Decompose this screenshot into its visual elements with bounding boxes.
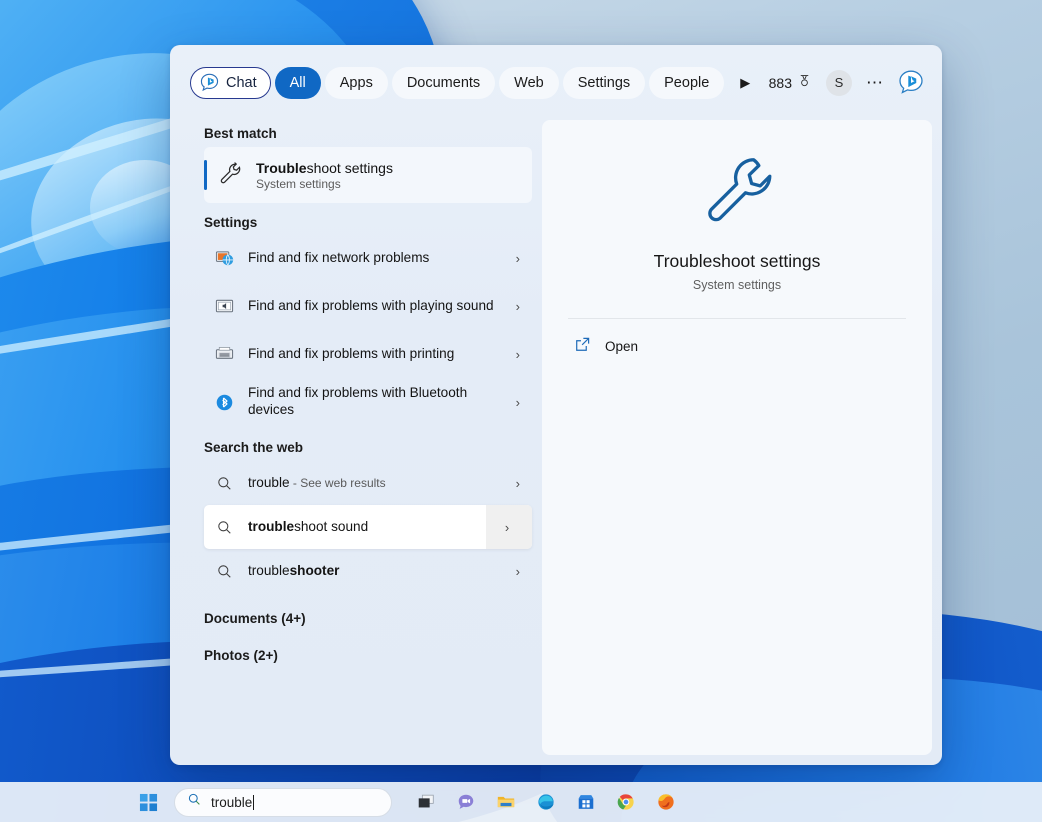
web-result-query-bold: shooter bbox=[290, 563, 340, 578]
preview-panel: Troubleshoot settings System settings Op… bbox=[542, 120, 932, 755]
settings-result-network[interactable]: Find and fix network problems › bbox=[204, 236, 532, 280]
search-body: Best match Troubleshoot settings System … bbox=[170, 120, 942, 765]
wrench-icon bbox=[698, 150, 776, 233]
rewards-points[interactable]: 883 bbox=[769, 74, 812, 92]
preview-divider bbox=[568, 318, 906, 319]
text-caret bbox=[253, 795, 254, 810]
web-result-trouble[interactable]: trouble - See web results › bbox=[204, 461, 532, 505]
search-header: Chat All Apps Documents Web Settings Peo… bbox=[170, 45, 942, 120]
best-match-title: Troubleshoot settings bbox=[256, 160, 393, 176]
firefox-icon[interactable] bbox=[646, 785, 686, 819]
settings-result-label: Find and fix problems with printing bbox=[248, 346, 502, 363]
chevron-right-icon: › bbox=[516, 251, 524, 266]
taskbar-search-value: trouble bbox=[211, 795, 252, 810]
wrench-icon bbox=[218, 161, 242, 190]
preview-open-action[interactable]: Open bbox=[568, 327, 906, 365]
settings-heading: Settings bbox=[204, 215, 532, 230]
rewards-medal-icon bbox=[797, 74, 812, 92]
bing-logo-icon[interactable] bbox=[896, 68, 926, 98]
photos-heading[interactable]: Photos (2+) bbox=[204, 648, 532, 663]
sound-troubleshoot-icon bbox=[214, 296, 234, 316]
web-result-query-bold: trouble bbox=[248, 519, 294, 534]
settings-result-bluetooth[interactable]: Find and fix problems with Bluetooth dev… bbox=[204, 376, 532, 428]
chevron-right-icon: › bbox=[516, 476, 524, 491]
search-flyout: Chat All Apps Documents Web Settings Peo… bbox=[170, 45, 942, 765]
taskbar-search-value-wrap: trouble bbox=[211, 795, 254, 810]
chevron-right-icon: › bbox=[505, 520, 513, 535]
microsoft-store-icon[interactable] bbox=[566, 785, 606, 819]
more-options-icon[interactable]: ⋯ bbox=[862, 70, 888, 96]
bing-chat-icon bbox=[199, 72, 220, 93]
preview-subtitle: System settings bbox=[693, 278, 781, 292]
network-troubleshoot-icon bbox=[214, 248, 234, 268]
best-match-subtitle: System settings bbox=[256, 177, 393, 191]
web-result-text: trouble - See web results bbox=[248, 475, 502, 492]
windows-start-icon[interactable] bbox=[128, 785, 168, 819]
settings-result-label: Find and fix problems with playing sound bbox=[248, 298, 502, 315]
search-icon bbox=[214, 517, 234, 537]
best-match-text: Troubleshoot settings System settings bbox=[256, 160, 393, 191]
microsoft-edge-icon[interactable] bbox=[526, 785, 566, 819]
rewards-points-value: 883 bbox=[769, 75, 792, 91]
web-result-query: trouble bbox=[248, 563, 290, 578]
web-result-query-rest: shoot sound bbox=[294, 519, 368, 534]
best-match-item[interactable]: Troubleshoot settings System settings bbox=[204, 147, 532, 203]
tab-web[interactable]: Web bbox=[499, 67, 559, 99]
tab-apps[interactable]: Apps bbox=[325, 67, 388, 99]
chevron-right-icon: › bbox=[516, 347, 524, 362]
preview-open-label: Open bbox=[605, 339, 638, 354]
chat-teams-icon[interactable] bbox=[446, 785, 486, 819]
settings-result-sound[interactable]: Find and fix problems with playing sound… bbox=[204, 280, 532, 332]
settings-result-printing[interactable]: Find and fix problems with printing › bbox=[204, 332, 532, 376]
tab-settings[interactable]: Settings bbox=[563, 67, 645, 99]
results-column: Best match Troubleshoot settings System … bbox=[180, 120, 532, 755]
taskbar: trouble bbox=[0, 782, 1042, 822]
tabs-scroll-right-icon[interactable]: ▶ bbox=[732, 70, 758, 96]
taskbar-search-box[interactable]: trouble bbox=[174, 788, 392, 817]
web-result-troubleshooter[interactable]: troubleshooter › bbox=[204, 549, 532, 593]
chevron-right-icon: › bbox=[516, 395, 524, 410]
web-result-chevron-zone[interactable]: › bbox=[486, 505, 532, 549]
file-explorer-icon[interactable] bbox=[486, 785, 526, 819]
search-icon bbox=[214, 473, 234, 493]
web-result-query: trouble bbox=[248, 475, 290, 490]
tab-documents[interactable]: Documents bbox=[392, 67, 495, 99]
documents-heading[interactable]: Documents (4+) bbox=[204, 611, 532, 626]
chat-pill-button[interactable]: Chat bbox=[190, 67, 271, 99]
web-result-text: troubleshoot sound bbox=[248, 519, 472, 536]
best-match-title-bold: Trouble bbox=[256, 160, 307, 176]
preview-title: Troubleshoot settings bbox=[654, 251, 821, 272]
web-result-hint: - See web results bbox=[290, 476, 386, 490]
external-link-icon bbox=[574, 336, 591, 356]
chat-pill-label: Chat bbox=[226, 75, 257, 91]
best-match-title-rest: shoot settings bbox=[307, 160, 393, 176]
chevron-right-icon: › bbox=[516, 564, 524, 579]
task-view-icon[interactable] bbox=[406, 785, 446, 819]
best-match-heading: Best match bbox=[204, 126, 532, 141]
settings-result-label: Find and fix network problems bbox=[248, 250, 502, 267]
web-result-troubleshoot-sound[interactable]: troubleshoot sound › bbox=[204, 505, 532, 549]
tab-all[interactable]: All bbox=[275, 67, 321, 99]
bluetooth-icon bbox=[214, 392, 234, 412]
chevron-right-icon: › bbox=[516, 299, 524, 314]
account-avatar[interactable]: S bbox=[826, 70, 852, 96]
settings-result-label: Find and fix problems with Bluetooth dev… bbox=[248, 385, 502, 419]
google-chrome-icon[interactable] bbox=[606, 785, 646, 819]
preview-header: Troubleshoot settings System settings bbox=[568, 150, 906, 292]
tab-people[interactable]: People bbox=[649, 67, 724, 99]
web-result-text: troubleshooter bbox=[248, 563, 502, 580]
printer-troubleshoot-icon bbox=[214, 344, 234, 364]
search-the-web-heading: Search the web bbox=[204, 440, 532, 455]
search-icon bbox=[214, 561, 234, 581]
search-icon bbox=[187, 792, 202, 812]
